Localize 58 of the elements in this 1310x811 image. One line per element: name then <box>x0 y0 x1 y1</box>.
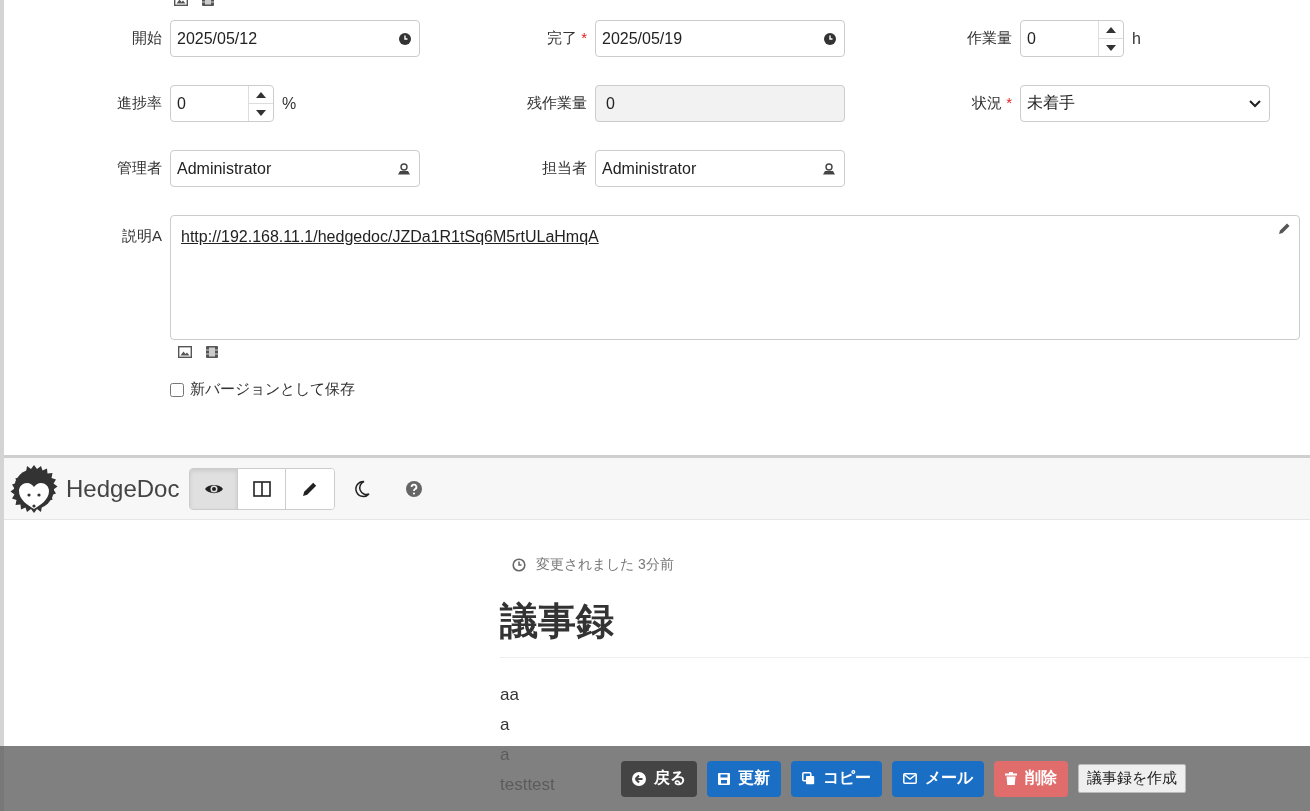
view-mode-switcher[interactable] <box>189 467 336 510</box>
clock-icon <box>824 32 836 45</box>
clock-icon <box>512 558 526 572</box>
user-icon <box>397 162 411 175</box>
split-mode-button[interactable] <box>238 468 287 509</box>
required-mark: * <box>1006 94 1012 111</box>
paragraph: aa <box>500 684 519 706</box>
help-icon <box>406 480 423 497</box>
checkbox[interactable] <box>170 382 184 397</box>
link[interactable]: http://192.168.11.1/hedgedoc/JZDa1R1tSq6M5rtULaHmqA <box>181 228 599 245</box>
document-title: 議事録 <box>500 596 1310 658</box>
field-label: 作業量 <box>966 29 1013 48</box>
unit-label: % <box>282 94 297 113</box>
field-label: 進捗率 <box>116 94 163 113</box>
field-label: 管理者 <box>116 159 163 178</box>
moon-icon <box>354 479 371 498</box>
field-label: 開始 <box>131 29 163 48</box>
user-field[interactable]: Administrator <box>595 150 845 187</box>
envelope-icon <box>903 773 917 784</box>
field-label: 説明A <box>121 226 163 246</box>
view-mode-button[interactable] <box>190 468 239 509</box>
number-field[interactable]: 0 <box>1020 20 1124 57</box>
unit-label: h <box>1132 29 1141 48</box>
mail-button[interactable]: メール <box>892 760 984 797</box>
floppy-icon <box>718 772 730 785</box>
paragraph: a <box>500 714 510 736</box>
film-icon[interactable] <box>206 346 218 358</box>
date-field[interactable]: 2025/05/19 <box>595 20 845 57</box>
copy-icon <box>802 772 815 785</box>
back-button[interactable]: 戻る <box>621 760 697 797</box>
user-icon <box>822 162 836 175</box>
brand-name[interactable]: HedgeDoc <box>66 474 180 503</box>
update-button[interactable]: 更新 <box>707 760 781 797</box>
field-label: 完了 * <box>546 29 588 48</box>
hedgehog-logo-icon[interactable] <box>10 464 58 513</box>
pencil-icon <box>302 480 319 497</box>
create-minutes-button[interactable]: 議事録を作成 <box>1078 764 1186 793</box>
required-mark: * <box>581 29 587 46</box>
field-label: 担当者 <box>541 159 588 178</box>
field-label: 残作業量 <box>526 94 588 113</box>
date-field[interactable]: 2025/05/12 <box>170 20 420 57</box>
copy-button[interactable]: コピー <box>791 760 882 797</box>
number-field[interactable]: 0 <box>170 85 274 122</box>
edit-mode-button[interactable] <box>286 468 335 509</box>
pencil-icon[interactable] <box>1278 222 1291 235</box>
trash-icon <box>1005 772 1017 785</box>
checkbox-label: 新バージョンとして保存 <box>190 380 355 399</box>
columns-icon <box>252 480 271 497</box>
user-field[interactable]: Administrator <box>170 150 420 187</box>
status-select[interactable]: 未着手 <box>1020 85 1270 122</box>
image-icon[interactable] <box>178 346 192 358</box>
clock-icon <box>399 32 411 45</box>
description-field[interactable]: http://192.168.11.1/hedgedoc/JZDa1R1tSq6M5rtULaHmqA <box>170 215 1300 340</box>
field-label: 状況 * <box>971 94 1013 113</box>
chevron-icon <box>1249 99 1261 108</box>
last-changed-text: 変更されました 3分前 <box>536 556 674 574</box>
arrow-left-icon <box>632 771 646 786</box>
readonly-field: 0 <box>595 85 845 122</box>
